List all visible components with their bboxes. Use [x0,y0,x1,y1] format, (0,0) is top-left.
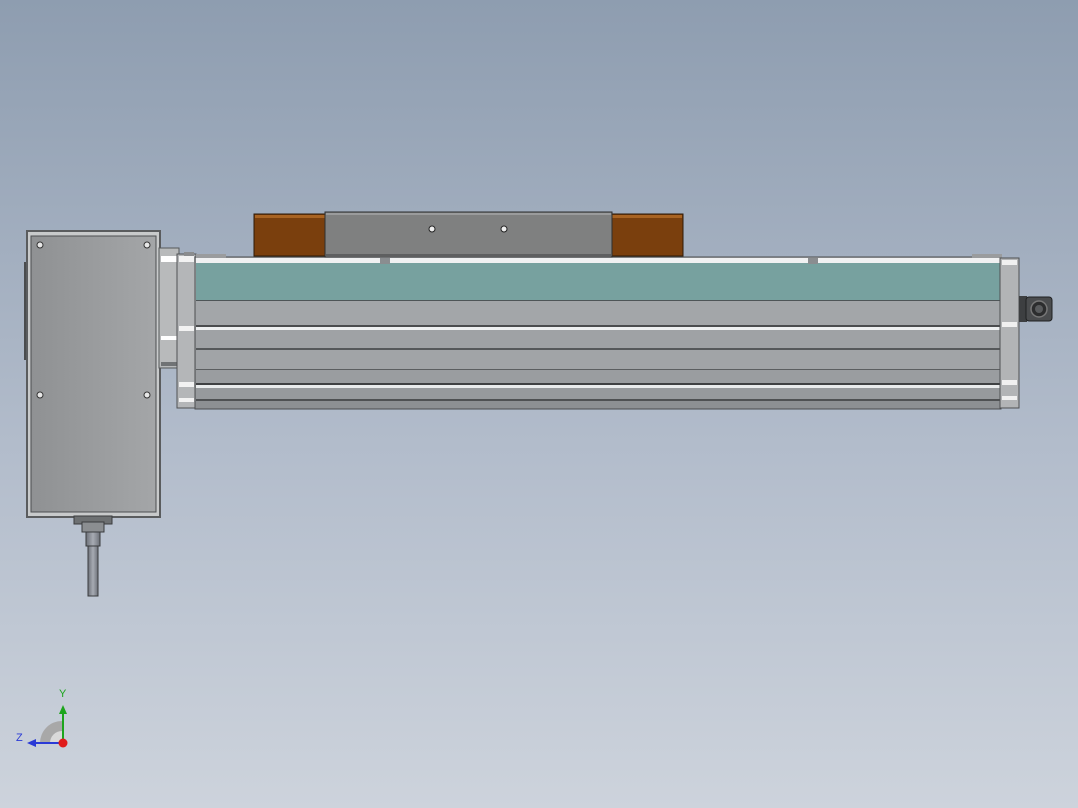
z-axis-arrow [27,739,36,747]
cover-strip [196,263,1000,300]
y-axis-arrow [59,705,67,714]
coupling-plate [158,247,180,369]
left-end-cap [176,252,197,409]
right-end-cap [999,257,1020,409]
carriage [253,211,684,258]
actuator-profile [194,254,1002,410]
limit-sensor [1019,296,1053,322]
z-axis-label: Z [16,732,23,744]
x-axis-dot [58,738,68,748]
linear-actuator-model[interactable] [0,0,1078,808]
graphics-viewport[interactable]: Y Z [0,0,1078,808]
y-axis-label: Y [59,688,67,700]
orientation-triad[interactable]: Y Z [12,686,82,752]
cable-gland [73,515,113,597]
motor-housing [24,230,161,518]
